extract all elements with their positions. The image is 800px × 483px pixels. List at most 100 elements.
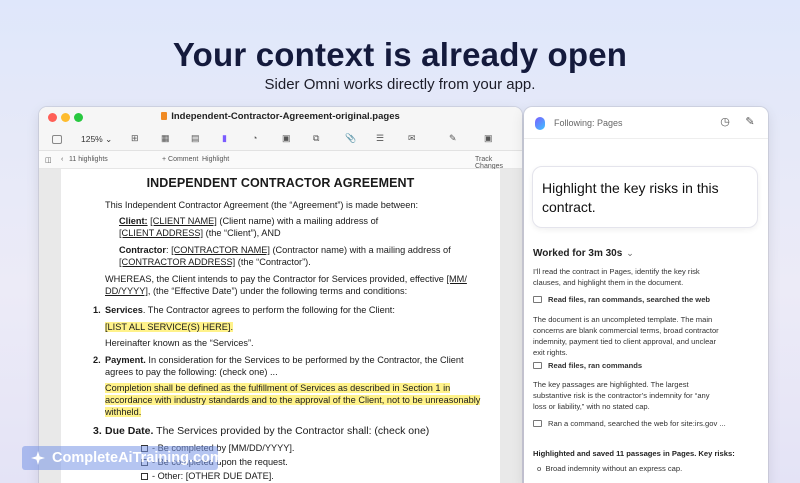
prev-highlight-icon[interactable]: ‹	[61, 156, 63, 163]
risk-bullet-1: o Broad indemnity without an express cap…	[537, 464, 683, 473]
toolbar: 125% ⌄ ⊞ ▦ ▤ ▮ ◔ ▣ ⧉ 📎 ☰ ✉ ✎ ▣	[39, 129, 522, 151]
contractor-line: Contractor: [CONTRACTOR NAME] (Contracto…	[119, 245, 451, 267]
worked-duration[interactable]: Worked for 3m 30s ⌄	[533, 248, 634, 259]
user-prompt-bubble: Highlight the key risks in this contract…	[532, 166, 758, 228]
sider-panel: Following: Pages ◷ ✎ Highlight the key r…	[524, 107, 768, 483]
highlight-button[interactable]: Highlight	[202, 156, 229, 163]
sider-logo-icon	[535, 117, 545, 130]
client-line: Client: [CLIENT NAME] (Client name) with…	[119, 215, 489, 239]
step-read-run-text: Read files, ran commands	[548, 361, 643, 370]
pages-window: Independent-Contractor-Agreement-origina…	[39, 107, 522, 483]
document-title: Independent-Contractor-Agreement-origina…	[39, 111, 522, 122]
checkbox[interactable]	[141, 473, 148, 480]
risk-bullet-1-text: Broad indemnity without an express cap.	[545, 464, 683, 473]
section-1-number: 1.	[93, 305, 101, 315]
section-3: Due Date. The Services provided by the C…	[105, 425, 475, 437]
pages-doc-icon	[161, 112, 168, 120]
whereas-paragraph: WHEREAS, the Client intends to pay the C…	[105, 273, 480, 297]
table-icon[interactable]: ▦	[161, 133, 170, 144]
track-changes-button[interactable]: Track Changes	[475, 156, 522, 170]
whereas-date-2: DD/YYYY]	[105, 286, 148, 296]
assistant-para-2: The key passages are highlighted. The la…	[533, 380, 710, 411]
section-2-number: 2.	[93, 355, 101, 365]
contractor-address: [CONTRACTOR ADDRESS]	[119, 257, 236, 267]
panel-icon[interactable]: ◫	[45, 156, 52, 164]
new-chat-icon[interactable]: ✎	[744, 116, 756, 128]
book-icon	[533, 362, 542, 369]
copy-icon[interactable]: ⧉	[313, 133, 319, 144]
section-2-text-1: In consideration for the Services to be …	[145, 355, 464, 365]
step-command-web-text: Ran a command, searched the web for site…	[548, 419, 726, 428]
highlight-completion-1: Completion shall be defined as the fulfi…	[105, 383, 451, 393]
watermark: CompleteAiTraining.com	[22, 446, 223, 470]
whereas-text-2: , (the “Effective Date”) under the follo…	[147, 286, 408, 296]
sider-header: Following: Pages ◷ ✎	[524, 107, 768, 139]
hero-title: Your context is already open	[172, 36, 628, 73]
section-2: Payment. In consideration for the Servic…	[105, 354, 475, 378]
whereas-date: [MM/	[446, 274, 467, 284]
review-bar: ◫ ‹ 11 highlights + Comment Highlight Tr…	[39, 151, 522, 170]
section-3-number: 3.	[93, 425, 102, 437]
section-1-list: [LIST ALL SERVICE(S) HERE].	[105, 321, 475, 333]
book-icon	[533, 296, 542, 303]
comment-icon[interactable]: ✉	[408, 133, 416, 144]
assistant-intro: I’ll read the contract in Pages, identif…	[533, 267, 700, 287]
history-icon[interactable]: ◷	[719, 116, 731, 128]
contractor-label: Contractor	[119, 245, 166, 255]
watermark-text: CompleteAiTraining.com	[52, 450, 223, 466]
section-2-text-2: agrees to pay the following: (check one)…	[105, 367, 278, 377]
step-command-web[interactable]: Ran a command, searched the web for site…	[533, 419, 726, 428]
step-read-search[interactable]: Read files, ran commands, searched the w…	[533, 295, 710, 304]
text-icon[interactable]: ▮	[222, 133, 227, 144]
client-label: Client:	[119, 216, 148, 226]
step-read-run[interactable]: Read files, ran commands	[533, 361, 642, 370]
intro-paragraph: This Independent Contractor Agreement (t…	[105, 200, 419, 210]
zoom-select[interactable]: 125% ⌄	[81, 134, 112, 145]
shape-icon[interactable]: ◔	[252, 133, 257, 143]
worked-duration-text: Worked for 3m 30s	[533, 248, 623, 259]
step-read-search-text: Read files, ran commands, searched the w…	[548, 295, 711, 304]
document-icon[interactable]: ▣	[484, 133, 493, 144]
assistant-para-1: The document is an uncompleted template.…	[533, 315, 719, 357]
following-app[interactable]: Following: Pages	[554, 118, 623, 128]
section-2-title: Payment.	[105, 355, 146, 365]
due-option-3[interactable]: - Other: [OTHER DUE DATE].	[141, 470, 511, 482]
add-icon[interactable]: ⊞	[131, 133, 139, 144]
list-icon[interactable]: ☰	[376, 133, 384, 144]
section-1-text: . The Contractor agrees to perform the f…	[142, 305, 395, 315]
document-page[interactable]: INDEPENDENT CONTRACTOR AGREEMENT This In…	[61, 169, 500, 483]
highlights-count[interactable]: 11 highlights	[69, 156, 108, 163]
section-1-after: Hereinafter known as the “Services”.	[105, 338, 254, 348]
client-mid: (Client name) with a mailing address of	[216, 216, 379, 226]
document-canvas: INDEPENDENT CONTRACTOR AGREEMENT This In…	[39, 169, 522, 483]
chevron-down-icon[interactable]: ⌄	[626, 248, 634, 258]
client-address: [CLIENT ADDRESS]	[119, 228, 204, 238]
sidebar-icon[interactable]	[52, 135, 62, 144]
contractor-tail: (the “Contractor”).	[235, 257, 311, 267]
titlebar: Independent-Contractor-Agreement-origina…	[39, 107, 522, 129]
hero-subtitle: Sider Omni works directly from your app.	[264, 76, 536, 93]
whereas-text-1: WHEREAS, the Client intends to pay the C…	[105, 274, 447, 284]
section-3-title: Due Date.	[105, 425, 154, 437]
document-title-text: Independent-Contractor-Agreement-origina…	[171, 111, 400, 122]
section-3-text: The Services provided by the Contractor …	[153, 425, 430, 437]
zoom-value: 125%	[81, 134, 103, 144]
section-1-title: Services	[105, 305, 143, 315]
section-2-highlight: Completion shall be defined as the fulfi…	[105, 382, 487, 418]
assistant-summary: Highlighted and saved 11 passages in Pag…	[533, 449, 735, 458]
attach-icon[interactable]: 📎	[345, 133, 356, 144]
highlight-services-list: [LIST ALL SERVICE(S) HERE].	[105, 322, 233, 332]
client-tail: (the “Client”), AND	[203, 228, 281, 238]
terminal-icon	[533, 420, 542, 427]
highlight-completion-2: accordance with industry standards and t…	[105, 395, 481, 405]
due-option-3-text: - Other: [OTHER DUE DATE].	[152, 471, 274, 481]
chart-icon[interactable]: ▤	[191, 133, 200, 144]
sparkle-icon	[31, 451, 45, 465]
media-icon[interactable]: ▣	[282, 133, 291, 144]
add-comment-button[interactable]: + Comment	[162, 156, 198, 163]
contractor-name: [CONTRACTOR NAME]	[171, 245, 270, 255]
highlight-completion-3: withheld.	[105, 407, 142, 417]
section-1: Services. The Contractor agrees to perfo…	[105, 304, 475, 316]
document-heading: INDEPENDENT CONTRACTOR AGREEMENT	[146, 176, 415, 190]
format-icon[interactable]: ✎	[449, 133, 457, 144]
